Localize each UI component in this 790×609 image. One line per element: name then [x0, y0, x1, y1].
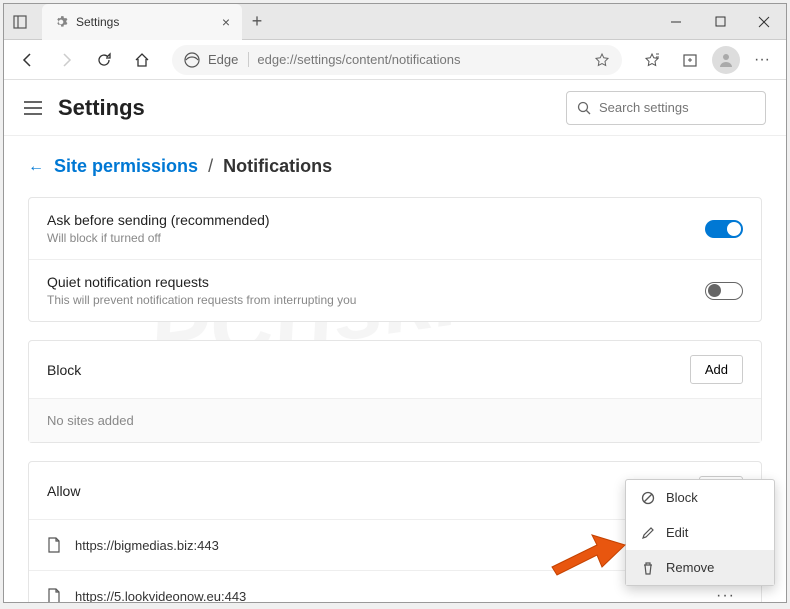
- block-empty-text: No sites added: [29, 398, 761, 442]
- site-url: https://5.lookvideonow.eu:443: [75, 589, 694, 603]
- address-url: edge://settings/content/notifications: [257, 52, 586, 67]
- option-subtitle: This will prevent notification requests …: [47, 293, 705, 307]
- allow-title: Allow: [47, 483, 80, 499]
- address-label: Edge: [208, 52, 249, 67]
- favorites-button[interactable]: [636, 44, 668, 76]
- home-button[interactable]: [126, 44, 158, 76]
- trash-icon: [640, 561, 656, 575]
- block-title: Block: [47, 362, 81, 378]
- page-title: Settings: [58, 95, 550, 121]
- block-add-button[interactable]: Add: [690, 355, 743, 384]
- file-icon: [47, 588, 61, 602]
- window-titlebar: Settings × +: [4, 4, 786, 40]
- minimize-button[interactable]: [654, 4, 698, 40]
- context-menu: Block Edit Remove: [625, 479, 775, 586]
- block-section: Block Add No sites added: [28, 340, 762, 443]
- edit-icon: [640, 526, 656, 540]
- tab-title: Settings: [76, 15, 214, 29]
- back-button[interactable]: [12, 44, 44, 76]
- favorite-icon[interactable]: [594, 52, 610, 68]
- tab-strip-icon[interactable]: [4, 4, 36, 40]
- context-edit-label: Edit: [666, 525, 688, 540]
- close-window-button[interactable]: [742, 4, 786, 40]
- context-remove-label: Remove: [666, 560, 714, 575]
- browser-tab-settings[interactable]: Settings ×: [42, 4, 242, 40]
- context-block[interactable]: Block: [626, 480, 774, 515]
- forward-button: [50, 44, 82, 76]
- search-box[interactable]: [566, 91, 766, 125]
- search-input[interactable]: [599, 100, 775, 115]
- more-button[interactable]: ···: [746, 44, 778, 76]
- breadcrumb: ← Site permissions / Notifications: [28, 156, 762, 177]
- settings-header: Settings: [4, 80, 786, 136]
- notification-options-card: Ask before sending (recommended) Will bl…: [28, 197, 762, 322]
- new-tab-button[interactable]: +: [242, 11, 272, 32]
- context-remove[interactable]: Remove: [626, 550, 774, 585]
- edge-icon: [184, 52, 200, 68]
- option-subtitle: Will block if turned off: [47, 231, 705, 245]
- menu-icon[interactable]: [24, 101, 42, 115]
- option-title: Quiet notification requests: [47, 274, 705, 290]
- context-edit[interactable]: Edit: [626, 515, 774, 550]
- close-tab-button[interactable]: ×: [222, 14, 230, 30]
- refresh-button[interactable]: [88, 44, 120, 76]
- browser-toolbar: Edge edge://settings/content/notificatio…: [4, 40, 786, 80]
- window-controls: [654, 4, 786, 40]
- file-icon: [47, 537, 61, 553]
- search-icon: [577, 101, 591, 115]
- context-block-label: Block: [666, 490, 698, 505]
- breadcrumb-current: Notifications: [223, 156, 332, 177]
- breadcrumb-sep: /: [208, 156, 213, 177]
- maximize-button[interactable]: [698, 4, 742, 40]
- block-icon: [640, 491, 656, 505]
- ask-before-sending-row: Ask before sending (recommended) Will bl…: [29, 198, 761, 259]
- quiet-requests-row: Quiet notification requests This will pr…: [29, 259, 761, 321]
- profile-button[interactable]: [712, 46, 740, 74]
- option-title: Ask before sending (recommended): [47, 212, 705, 228]
- ask-before-sending-toggle[interactable]: [705, 220, 743, 238]
- quiet-requests-toggle[interactable]: [705, 282, 743, 300]
- collections-button[interactable]: [674, 44, 706, 76]
- breadcrumb-back-icon[interactable]: ←: [28, 158, 44, 176]
- gear-icon: [54, 15, 68, 29]
- breadcrumb-site-permissions[interactable]: Site permissions: [54, 156, 198, 177]
- site-url: https://bigmedias.biz:443: [75, 538, 694, 553]
- address-bar[interactable]: Edge edge://settings/content/notificatio…: [172, 45, 622, 75]
